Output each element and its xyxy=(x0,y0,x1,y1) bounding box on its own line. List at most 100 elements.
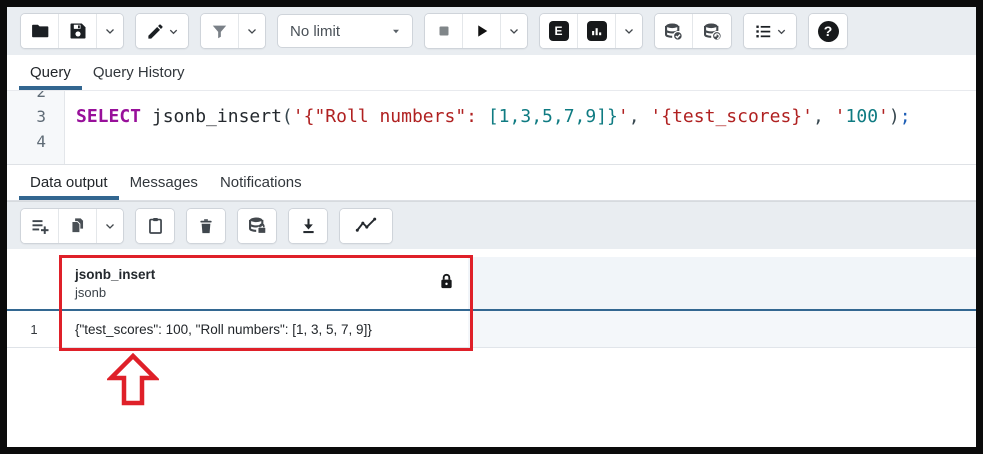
result-value-cell[interactable]: {"test_scores": 100, "Roll numbers": [1,… xyxy=(62,311,468,348)
query-tab-bar: Query Query History xyxy=(7,55,976,91)
chevron-down-icon xyxy=(776,26,787,37)
tab-messages-label: Messages xyxy=(130,174,198,191)
add-row-icon xyxy=(30,216,50,236)
data-output-grid: jsonb_insert jsonb 1 {"test_scores": 100… xyxy=(7,249,976,447)
stop-button[interactable] xyxy=(425,14,463,48)
commit-button[interactable] xyxy=(655,14,693,48)
results-toolbar xyxy=(7,201,976,249)
graph-visualiser-button[interactable] xyxy=(340,209,392,243)
column-header-jsonb-insert[interactable]: jsonb_insert jsonb xyxy=(62,257,468,311)
explain-analyze-button[interactable] xyxy=(578,14,616,48)
line-number: 3 xyxy=(7,104,64,129)
grid-header-filler xyxy=(468,257,976,311)
save-data-changes-button[interactable] xyxy=(238,209,276,243)
paste-button[interactable] xyxy=(136,209,174,243)
help-button[interactable]: ? xyxy=(809,14,847,48)
trash-icon xyxy=(197,217,215,235)
grid-row-filler xyxy=(468,311,976,348)
chart-group xyxy=(339,208,393,244)
tab-notifications[interactable]: Notifications xyxy=(209,165,313,200)
copy-button[interactable] xyxy=(59,209,97,243)
pgadmin-query-tool: No limit E xyxy=(7,7,976,447)
sql-editor[interactable]: 2 3 4 SELECT jsonb_insert('{"Roll number… xyxy=(7,91,976,165)
chevron-down-icon xyxy=(246,25,258,37)
save-data-group xyxy=(237,208,277,244)
explain-analyze-icon xyxy=(587,21,607,41)
edit-button-group xyxy=(135,13,189,49)
caret-down-icon xyxy=(390,25,402,37)
line-number: 4 xyxy=(7,129,64,154)
file-button-group xyxy=(20,13,124,49)
tab-query-history[interactable]: Query History xyxy=(82,55,196,90)
chevron-down-icon xyxy=(104,220,116,232)
grid-data-row: 1 {"test_scores": 100, "Roll numbers": [… xyxy=(7,311,976,348)
column-type: jsonb xyxy=(75,284,468,301)
chevron-down-icon xyxy=(168,26,179,37)
row-limit-value: No limit xyxy=(290,23,340,40)
delete-row-button[interactable] xyxy=(187,209,225,243)
help-icon: ? xyxy=(818,21,839,42)
open-file-button[interactable] xyxy=(21,14,59,48)
copy-options-chevron[interactable] xyxy=(97,209,123,243)
tab-query[interactable]: Query xyxy=(19,55,82,90)
copy-icon xyxy=(68,216,87,235)
filter-options-chevron[interactable] xyxy=(239,14,265,48)
rollback-button[interactable] xyxy=(693,14,731,48)
main-toolbar: No limit E xyxy=(7,7,976,55)
clipboard-icon xyxy=(146,216,165,235)
explain-button[interactable]: E xyxy=(540,14,578,48)
editor-line-number-gutter: 2 3 4 xyxy=(7,91,65,164)
execute-button[interactable] xyxy=(463,14,501,48)
download-icon xyxy=(299,216,318,235)
filter-icon xyxy=(210,22,229,41)
explain-button-group: E xyxy=(539,13,643,49)
edit-menu-button[interactable] xyxy=(136,14,188,48)
tab-data-output-label: Data output xyxy=(30,174,108,191)
help-button-group: ? xyxy=(808,13,848,49)
execute-button-group xyxy=(424,13,528,49)
chevron-down-icon xyxy=(104,25,116,37)
annotation-up-arrow xyxy=(107,353,159,407)
line-chart-icon xyxy=(354,216,378,235)
ordered-list-icon xyxy=(754,22,773,41)
macro-button-group xyxy=(743,13,797,49)
tab-data-output[interactable]: Data output xyxy=(19,165,119,200)
save-file-button[interactable] xyxy=(59,14,97,48)
row-number-cell[interactable]: 1 xyxy=(7,311,62,348)
chevron-down-icon xyxy=(508,25,520,37)
execute-options-chevron[interactable] xyxy=(501,14,527,48)
filter-button-group xyxy=(200,13,266,49)
database-rollback-icon xyxy=(702,21,723,42)
tab-query-history-label: Query History xyxy=(93,64,185,81)
delete-group xyxy=(186,208,226,244)
grid-header-row: jsonb_insert jsonb xyxy=(7,257,976,311)
pencil-icon xyxy=(146,22,165,41)
lock-icon xyxy=(439,273,454,290)
editor-code-area[interactable]: SELECT jsonb_insert('{"Roll numbers": [1… xyxy=(65,91,976,164)
download-group xyxy=(288,208,328,244)
tab-messages[interactable]: Messages xyxy=(119,165,209,200)
explain-options-chevron[interactable] xyxy=(616,14,642,48)
tab-notifications-label: Notifications xyxy=(220,174,302,191)
play-icon xyxy=(473,22,491,40)
transaction-button-group xyxy=(654,13,732,49)
grid-corner-cell[interactable] xyxy=(7,257,62,311)
save-options-chevron[interactable] xyxy=(97,14,123,48)
stop-icon xyxy=(435,22,453,40)
row-edit-group xyxy=(20,208,124,244)
row-limit-select[interactable]: No limit xyxy=(277,14,413,48)
add-row-button[interactable] xyxy=(21,209,59,243)
filter-button[interactable] xyxy=(201,14,239,48)
database-commit-icon xyxy=(663,21,684,42)
paste-group xyxy=(135,208,175,244)
code-line-sql: SELECT jsonb_insert('{"Roll numbers": [1… xyxy=(76,104,976,129)
line-number: 2 xyxy=(7,91,64,104)
macro-button[interactable] xyxy=(744,14,796,48)
save-icon xyxy=(68,21,88,41)
code-line-blank xyxy=(76,91,976,104)
column-name: jsonb_insert xyxy=(75,266,468,284)
output-tab-bar: Data output Messages Notifications xyxy=(7,165,976,201)
chevron-down-icon xyxy=(623,25,635,37)
database-save-icon xyxy=(247,215,268,236)
download-button[interactable] xyxy=(289,209,327,243)
